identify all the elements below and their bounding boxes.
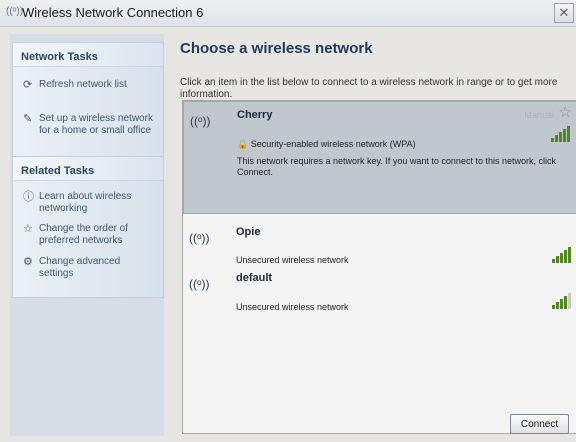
title-bar: ((ᵒ)) Wireless Network Connection 6 ✕: [0, 0, 576, 27]
signal-strength-icon: [552, 247, 571, 263]
network-name: default: [236, 272, 273, 284]
antenna-icon: ((ᵒ)): [190, 114, 211, 128]
network-item-cherry[interactable]: ((ᵒ)) Cherry Manual ☆ 🔒 Security-enabled…: [183, 101, 576, 214]
signal-strength-icon: [551, 126, 570, 142]
network-tasks-title: Network Tasks: [13, 43, 163, 67]
network-item-default[interactable]: ((ᵒ)) default Unsecured wireless network: [183, 269, 576, 313]
lock-icon: 🔒: [237, 139, 251, 149]
page-title: Choose a wireless network: [180, 40, 373, 57]
network-name: Opie: [236, 226, 261, 238]
watermark-graphic: [263, 313, 493, 393]
learn-wireless-label: Learn about wireless networking: [39, 191, 132, 214]
manual-label: Manual: [524, 110, 554, 120]
connect-button[interactable]: Connect: [510, 414, 569, 434]
network-name: Cherry: [237, 109, 273, 121]
network-description: This network requires a network key. If …: [237, 156, 556, 177]
refresh-network-list-label: Refresh network list: [39, 79, 127, 90]
info-icon: ⓘ: [23, 191, 34, 203]
related-tasks-panel: Related Tasks ⓘ Learn about wireless net…: [12, 156, 164, 298]
signal-strength-icon: [552, 293, 571, 309]
network-status-text: Unsecured wireless network: [236, 255, 349, 265]
related-tasks-title: Related Tasks: [13, 157, 163, 181]
sidebar: Network Tasks ⟳ Refresh network list ✎ S…: [10, 34, 164, 436]
change-order-label: Change the order of preferred networks: [39, 223, 128, 246]
change-advanced-settings-label: Change advanced settings: [39, 256, 121, 279]
change-advanced-settings-link[interactable]: ⚙ Change advanced settings: [23, 256, 153, 280]
setup-wireless-network-label: Set up a wireless network for a home or …: [39, 113, 153, 136]
change-order-link[interactable]: ☆ Change the order of preferred networks: [23, 223, 153, 247]
setup-wireless-network-link[interactable]: ✎ Set up a wireless network for a home o…: [23, 113, 153, 137]
window-title: Wireless Network Connection 6: [22, 5, 204, 20]
main-pane: Choose a wireless network Click an item …: [172, 34, 576, 442]
refresh-network-list-link[interactable]: ⟳ Refresh network list: [23, 79, 153, 91]
close-button[interactable]: ✕: [554, 3, 574, 23]
network-item-opie[interactable]: ((ᵒ)) Opie Unsecured wireless network: [183, 223, 576, 267]
network-tasks-panel: Network Tasks ⟳ Refresh network list ✎ S…: [12, 42, 164, 158]
gear-icon: ⚙: [23, 256, 33, 268]
setup-icon: ✎: [23, 113, 33, 125]
antenna-icon: ((ᵒ)): [189, 277, 210, 291]
antenna-icon: ((ᵒ)): [189, 231, 210, 245]
wireless-icon: ((ᵒ)): [6, 6, 24, 17]
learn-wireless-link[interactable]: ⓘ Learn about wireless networking: [23, 191, 153, 215]
network-status-text: Unsecured wireless network: [236, 302, 349, 312]
network-list[interactable]: ((ᵒ)) Cherry Manual ☆ 🔒 Security-enabled…: [182, 100, 576, 434]
network-status-text: Security-enabled wireless network (WPA): [250, 139, 416, 149]
instructions-text: Click an item in the list below to conne…: [180, 77, 558, 100]
favorite-star-icon[interactable]: ☆: [559, 103, 572, 121]
network-status: 🔒 Security-enabled wireless network (WPA…: [237, 139, 416, 150]
refresh-icon: ⟳: [23, 79, 33, 91]
star-icon: ☆: [23, 223, 33, 235]
